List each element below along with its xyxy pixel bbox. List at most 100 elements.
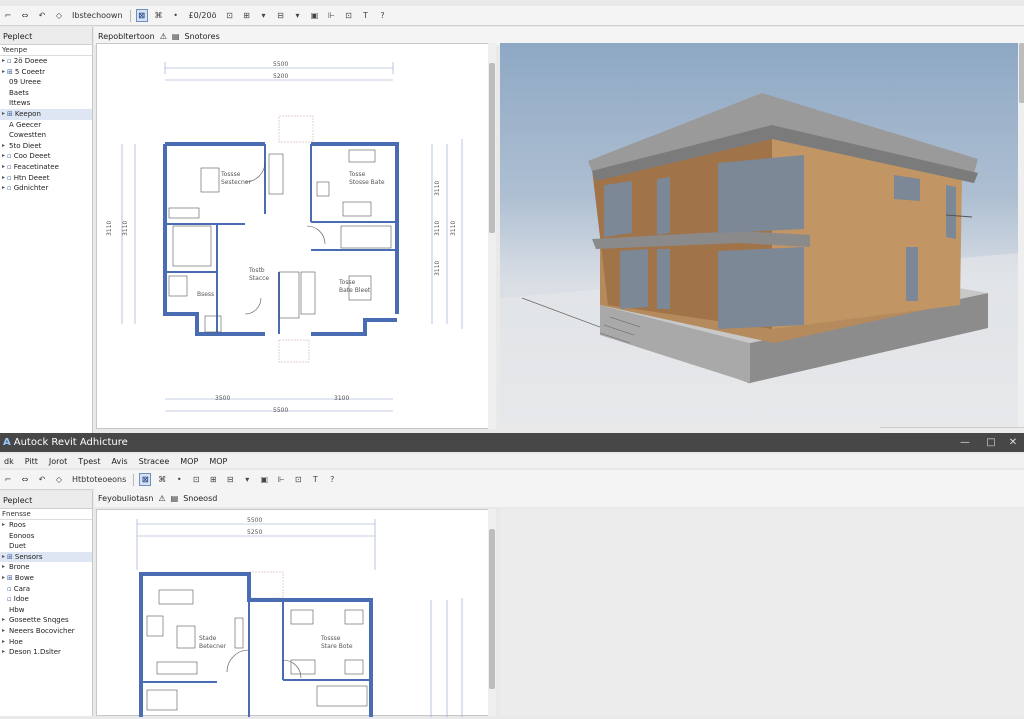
view-tab-title-2[interactable]: Snotores	[184, 32, 219, 41]
menu-item[interactable]: Stracee	[139, 457, 170, 466]
tree-item[interactable]: ▸ ▫ Gdnichter	[0, 183, 92, 194]
snap-icon[interactable]: ⊡	[292, 473, 304, 486]
dropdown-icon[interactable]: ▾	[292, 9, 304, 22]
menu-item[interactable]: dk	[4, 457, 14, 466]
align-icon[interactable]: ⊩	[326, 9, 338, 22]
toggle-icon[interactable]: ◇	[53, 473, 65, 486]
tag-icon[interactable]: ⊡	[224, 9, 236, 22]
view-icon[interactable]: ▣	[309, 9, 321, 22]
tree-item[interactable]: ▸ ⊞ Sensors	[0, 551, 92, 563]
expand-arrow-icon[interactable]: ▸	[0, 552, 7, 563]
menu-item[interactable]: Jorot	[49, 457, 67, 466]
menu-item[interactable]: Pitt	[25, 457, 38, 466]
tree-item[interactable]: ▸ Neeers Bocovicher	[0, 626, 92, 637]
tree-item[interactable]: ▸ ⊞ Bowe	[0, 573, 92, 584]
expand-arrow-icon[interactable]: ▸	[0, 56, 7, 67]
undo-icon[interactable]: ↶	[36, 9, 48, 22]
tree-item[interactable]: ▸ ▫ 2ö Doeee	[0, 56, 92, 67]
project-browser-filter[interactable]: Fnensse	[0, 509, 92, 520]
project-browser-filter[interactable]: Yeenpe	[0, 45, 92, 56]
plan-scrollbar[interactable]	[488, 43, 496, 429]
tree-item[interactable]: ▸ 5to Dieet	[0, 141, 92, 152]
tree-item[interactable]: 09 Ureee	[0, 77, 92, 88]
dropdown-icon[interactable]: ▾	[258, 9, 270, 22]
close-icon[interactable]: ✕	[1000, 433, 1024, 452]
text-icon[interactable]: T	[309, 473, 321, 486]
expand-arrow-icon[interactable]: ▸	[0, 67, 7, 78]
modify-button[interactable]: ⊠	[135, 9, 148, 22]
grid-icon[interactable]: ⊞	[207, 473, 219, 486]
minimize-icon[interactable]: —	[952, 433, 978, 452]
tree-item[interactable]: Eonoos	[0, 531, 92, 542]
modify-button[interactable]: ⊠	[139, 473, 152, 486]
tree-item[interactable]: ▫ Idoe	[0, 594, 92, 605]
menu-item[interactable]: Tpest	[78, 457, 100, 466]
toolbar-label[interactable]: Htbtoteoeons	[70, 473, 128, 486]
point-icon[interactable]: •	[173, 473, 185, 486]
dropdown-icon[interactable]: ▾	[241, 473, 253, 486]
menu-item[interactable]: MOP	[180, 457, 198, 466]
text-icon[interactable]: T	[360, 9, 372, 22]
tree-item[interactable]: ▸ Goseette Snqges	[0, 615, 92, 626]
view-tab-title-2[interactable]: Snoeosd	[183, 494, 217, 503]
help-icon[interactable]: ?	[377, 9, 389, 22]
toggle-icon[interactable]: ◇	[53, 9, 65, 22]
section-icon[interactable]: ⊟	[224, 473, 236, 486]
tree-item[interactable]: ▸ Roos	[0, 520, 92, 531]
align-icon[interactable]: ⊩	[275, 473, 287, 486]
grid-icon[interactable]: ⊞	[241, 9, 253, 22]
expand-arrow-icon[interactable]: ▸	[0, 615, 7, 626]
measure-icon[interactable]: ⌘	[153, 9, 165, 22]
tree-item[interactable]: ▸ ⊞ 5 Coeetr	[0, 67, 92, 78]
snap-icon[interactable]: ⊡	[343, 9, 355, 22]
tree-item[interactable]: ▸ ▫ Htn Deeet	[0, 173, 92, 184]
menu-item[interactable]: Avis	[111, 457, 127, 466]
tree-item[interactable]: Duet	[0, 541, 92, 552]
expand-arrow-icon[interactable]: ▸	[0, 647, 7, 658]
tree-item[interactable]: ▸ ▫ Feacetinatee	[0, 162, 92, 173]
tree-item[interactable]: ▸ ⊞ Keepon	[0, 108, 92, 120]
tag-icon[interactable]: ⊡	[190, 473, 202, 486]
view-icon[interactable]: ▣	[258, 473, 270, 486]
tree-item[interactable]: ▸ ▫ Coo Deeet	[0, 151, 92, 162]
expand-arrow-icon[interactable]: ▸	[0, 109, 7, 120]
expand-arrow-icon[interactable]: ▸	[0, 626, 7, 637]
floor-plan-view[interactable]: 5500 5250 Stade Betecner Tossse Stare Bo…	[96, 509, 490, 717]
toolbar-value[interactable]: £0/20ö	[187, 9, 219, 22]
3d-view[interactable]	[500, 43, 1018, 427]
toolbar-label[interactable]: Ibstechoown	[70, 9, 125, 22]
measure-icon[interactable]: ⌘	[156, 473, 168, 486]
tree-item[interactable]: Cowestten	[0, 130, 92, 141]
tree-item[interactable]: ▫ Cara	[0, 584, 92, 595]
tree-item[interactable]: ▸ Hoe	[0, 637, 92, 648]
undo-icon[interactable]: ↶	[36, 473, 48, 486]
lock-icon[interactable]: ▤	[171, 494, 179, 503]
tree-item[interactable]: Ittews	[0, 98, 92, 109]
tree-item[interactable]: A Geecer	[0, 120, 92, 131]
plan-scrollbar[interactable]	[488, 509, 496, 716]
help-icon[interactable]: ?	[326, 473, 338, 486]
lock-icon[interactable]: ▤	[172, 32, 180, 41]
expand-arrow-icon[interactable]: ▸	[0, 520, 7, 531]
view-tab-title[interactable]: Feyobuliotasn	[98, 494, 153, 503]
menu-item[interactable]: MOP	[209, 457, 227, 466]
point-icon[interactable]: •	[170, 9, 182, 22]
expand-arrow-icon[interactable]: ▸	[0, 637, 7, 648]
expand-arrow-icon[interactable]: ▸	[0, 562, 7, 573]
expand-arrow-icon[interactable]: ▸	[0, 151, 7, 162]
expand-arrow-icon[interactable]: ▸	[0, 173, 7, 184]
tree-item[interactable]: Baets	[0, 88, 92, 99]
render-scrollbar[interactable]	[1018, 43, 1024, 427]
view-tab-title[interactable]: Repobltertoon	[98, 32, 155, 41]
floor-plan-view[interactable]: 5500 5200 3500 3100 5500 3110 3110 3110 …	[96, 43, 490, 429]
expand-arrow-icon[interactable]: ▸	[0, 141, 7, 152]
tree-item[interactable]: ▸ Brone	[0, 562, 92, 573]
sync-icon[interactable]: ⇔	[19, 473, 31, 486]
open-icon[interactable]: ⌐	[2, 9, 14, 22]
tree-item[interactable]: Hbw	[0, 605, 92, 616]
sync-icon[interactable]: ⇔	[19, 9, 31, 22]
expand-arrow-icon[interactable]: ▸	[0, 162, 7, 173]
expand-arrow-icon[interactable]: ▸	[0, 573, 7, 584]
open-icon[interactable]: ⌐	[2, 473, 14, 486]
expand-arrow-icon[interactable]: ▸	[0, 183, 7, 194]
